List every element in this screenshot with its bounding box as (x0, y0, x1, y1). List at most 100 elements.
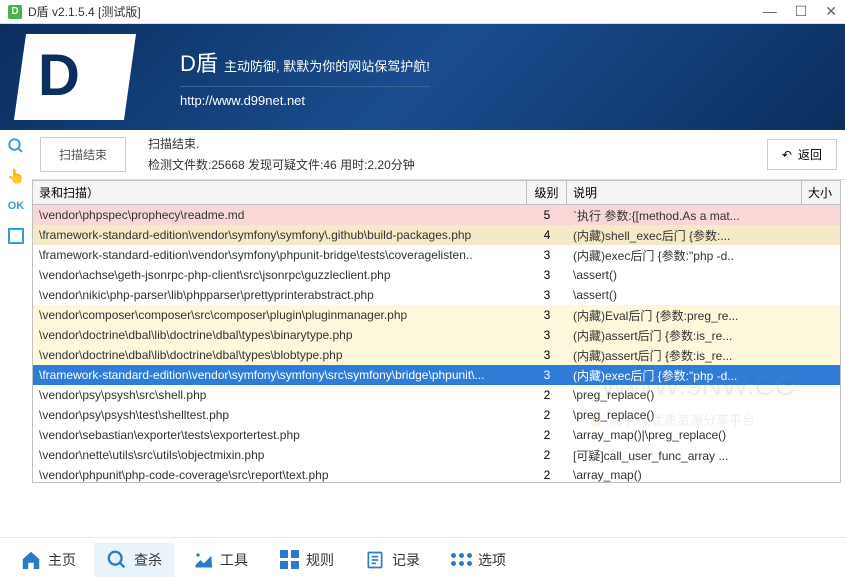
undo-icon: ↶ (782, 148, 792, 162)
cell-path: \vendor\doctrine\dbal\lib\doctrine\dbal\… (33, 348, 527, 362)
cell-level: 3 (527, 288, 567, 302)
table-row[interactable]: \vendor\phpspec\prophecy\readme.md5`执行 参… (33, 205, 840, 225)
back-button[interactable]: ↶返回 (767, 139, 837, 170)
cell-path: \framework-standard-edition\vendor\symfo… (33, 368, 527, 382)
table-row[interactable]: \vendor\psy\psysh\test\shelltest.php2\pr… (33, 405, 840, 425)
search-nav-icon (106, 549, 128, 571)
cell-desc: (内藏)assert后门 {参数:is_re... (567, 327, 802, 344)
ok-icon[interactable]: OK (4, 194, 28, 218)
cell-path: \vendor\composer\composer\src\composer\p… (33, 308, 527, 322)
cell-level: 3 (527, 328, 567, 342)
window-controls: — ☐ ✕ (763, 3, 837, 20)
cell-desc: [可疑]call_user_func_array ... (567, 447, 802, 464)
col-level[interactable]: 级别 (527, 181, 567, 204)
tools-icon (192, 549, 214, 571)
cell-path: \vendor\psy\psysh\src\shell.php (33, 388, 527, 402)
col-desc[interactable]: 说明 (567, 181, 802, 204)
cell-level: 3 (527, 368, 567, 382)
main-body: 👆 OK 扫描结束 扫描结束. 检测文件数:25668 发现可疑文件:46 用时… (0, 130, 845, 483)
rules-icon (278, 549, 300, 571)
banner-subtitle: 主动防御, 默默为你的网站保驾护航! (224, 59, 430, 74)
box-icon[interactable] (4, 224, 28, 248)
results-table: 录和扫描） 级别 说明 大小 \vendor\phpspec\prophecy\… (32, 180, 841, 483)
cell-level: 2 (527, 468, 567, 482)
close-button[interactable]: ✕ (825, 3, 837, 20)
app-icon: D (8, 5, 22, 19)
cell-desc: \preg_replace() (567, 408, 802, 422)
nav-scan[interactable]: 查杀 (94, 543, 174, 577)
cell-path: \vendor\nette\utils\src\utils\objectmixi… (33, 448, 527, 462)
table-row[interactable]: \vendor\sebastian\exporter\tests\exporte… (33, 425, 840, 445)
scan-stats: 检测文件数:25668 发现可疑文件:46 用时:2.20分钟 (148, 155, 415, 175)
cell-path: \vendor\sebastian\exporter\tests\exporte… (33, 428, 527, 442)
cell-desc: `执行 参数:{[method.As a mat... (567, 207, 802, 224)
home-icon (20, 549, 42, 571)
log-icon (364, 549, 386, 571)
banner-url[interactable]: http://www.d99net.net (180, 86, 430, 108)
scan-status: 扫描结束. (148, 134, 415, 154)
bottom-nav: 主页 查杀 工具 规则 记录 选项 (0, 537, 845, 581)
logo-block: D (0, 24, 160, 130)
cell-level: 2 (527, 428, 567, 442)
table-row[interactable]: \framework-standard-edition\vendor\symfo… (33, 225, 840, 245)
banner-title: D盾 (180, 51, 218, 76)
cell-desc: \array_map()|\preg_replace() (567, 428, 802, 442)
nav-rules[interactable]: 规则 (266, 543, 346, 577)
cell-path: \vendor\doctrine\dbal\lib\doctrine\dbal\… (33, 328, 527, 342)
table-row[interactable]: \vendor\nette\utils\src\utils\objectmixi… (33, 445, 840, 465)
cell-path: \vendor\achse\geth-jsonrpc-php-client\sr… (33, 268, 527, 282)
table-body[interactable]: \vendor\phpspec\prophecy\readme.md5`执行 参… (33, 205, 840, 483)
maximize-button[interactable]: ☐ (795, 3, 808, 20)
table-header: 录和扫描） 级别 说明 大小 (33, 181, 840, 205)
cell-desc: \assert() (567, 288, 802, 302)
cell-desc: (内藏)Eval后门 {参数:preg_re... (567, 307, 802, 324)
cell-desc: (内藏)exec后门 {参数:"php -d... (567, 367, 802, 384)
cell-path: \framework-standard-edition\vendor\symfo… (33, 228, 527, 242)
nav-log[interactable]: 记录 (352, 543, 432, 577)
scan-toolbar: 扫描结束 扫描结束. 检测文件数:25668 发现可疑文件:46 用时:2.20… (32, 130, 845, 180)
pointer-icon[interactable]: 👆 (4, 164, 28, 188)
table-row[interactable]: \vendor\doctrine\dbal\lib\doctrine\dbal\… (33, 325, 840, 345)
table-row[interactable]: \vendor\phpunit\php-code-coverage\src\re… (33, 465, 840, 483)
window-title: D盾 v2.1.5.4 [测试版] (28, 3, 141, 20)
cell-level: 5 (527, 208, 567, 222)
cell-level: 2 (527, 408, 567, 422)
cell-path: \framework-standard-edition\vendor\symfo… (33, 248, 527, 262)
cell-desc: (内藏)assert后门 {参数:is_re... (567, 347, 802, 364)
col-path[interactable]: 录和扫描） (33, 181, 527, 204)
cell-path: \vendor\phpspec\prophecy\readme.md (33, 208, 527, 222)
minimize-button[interactable]: — (763, 3, 777, 20)
options-icon (450, 549, 472, 571)
search-icon[interactable] (4, 134, 28, 158)
cell-desc: \preg_replace() (567, 388, 802, 402)
cell-desc: (内藏)exec后门 {参数:"php -d.. (567, 247, 802, 264)
table-row[interactable]: \framework-standard-edition\vendor\symfo… (33, 245, 840, 265)
titlebar: D D盾 v2.1.5.4 [测试版] — ☐ ✕ (0, 0, 845, 24)
cell-level: 3 (527, 348, 567, 362)
table-row[interactable]: \vendor\nikic\php-parser\lib\phpparser\p… (33, 285, 840, 305)
nav-options[interactable]: 选项 (438, 543, 518, 577)
side-toolbar: 👆 OK (0, 130, 32, 483)
cell-desc: (内藏)shell_exec后门 {参数:... (567, 227, 802, 244)
nav-home[interactable]: 主页 (8, 543, 88, 577)
cell-level: 3 (527, 268, 567, 282)
nav-tools[interactable]: 工具 (180, 543, 260, 577)
banner: D D盾 主动防御, 默默为你的网站保驾护航! http://www.d99ne… (0, 24, 845, 130)
table-row[interactable]: \vendor\composer\composer\src\composer\p… (33, 305, 840, 325)
cell-level: 3 (527, 248, 567, 262)
scan-button[interactable]: 扫描结束 (40, 137, 126, 172)
cell-path: \vendor\phpunit\php-code-coverage\src\re… (33, 468, 527, 482)
cell-level: 2 (527, 388, 567, 402)
table-row[interactable]: \vendor\doctrine\dbal\lib\doctrine\dbal\… (33, 345, 840, 365)
table-row[interactable]: \vendor\achse\geth-jsonrpc-php-client\sr… (33, 265, 840, 285)
cell-level: 4 (527, 228, 567, 242)
scan-info: 扫描结束. 检测文件数:25668 发现可疑文件:46 用时:2.20分钟 (148, 134, 415, 175)
cell-path: \vendor\psy\psysh\test\shelltest.php (33, 408, 527, 422)
table-row[interactable]: \framework-standard-edition\vendor\symfo… (33, 365, 840, 385)
cell-desc: \array_map() (567, 468, 802, 482)
table-row[interactable]: \vendor\psy\psysh\src\shell.php2\preg_re… (33, 385, 840, 405)
cell-desc: \assert() (567, 268, 802, 282)
cell-path: \vendor\nikic\php-parser\lib\phpparser\p… (33, 288, 527, 302)
cell-level: 3 (527, 308, 567, 322)
col-size[interactable]: 大小 (802, 181, 840, 204)
